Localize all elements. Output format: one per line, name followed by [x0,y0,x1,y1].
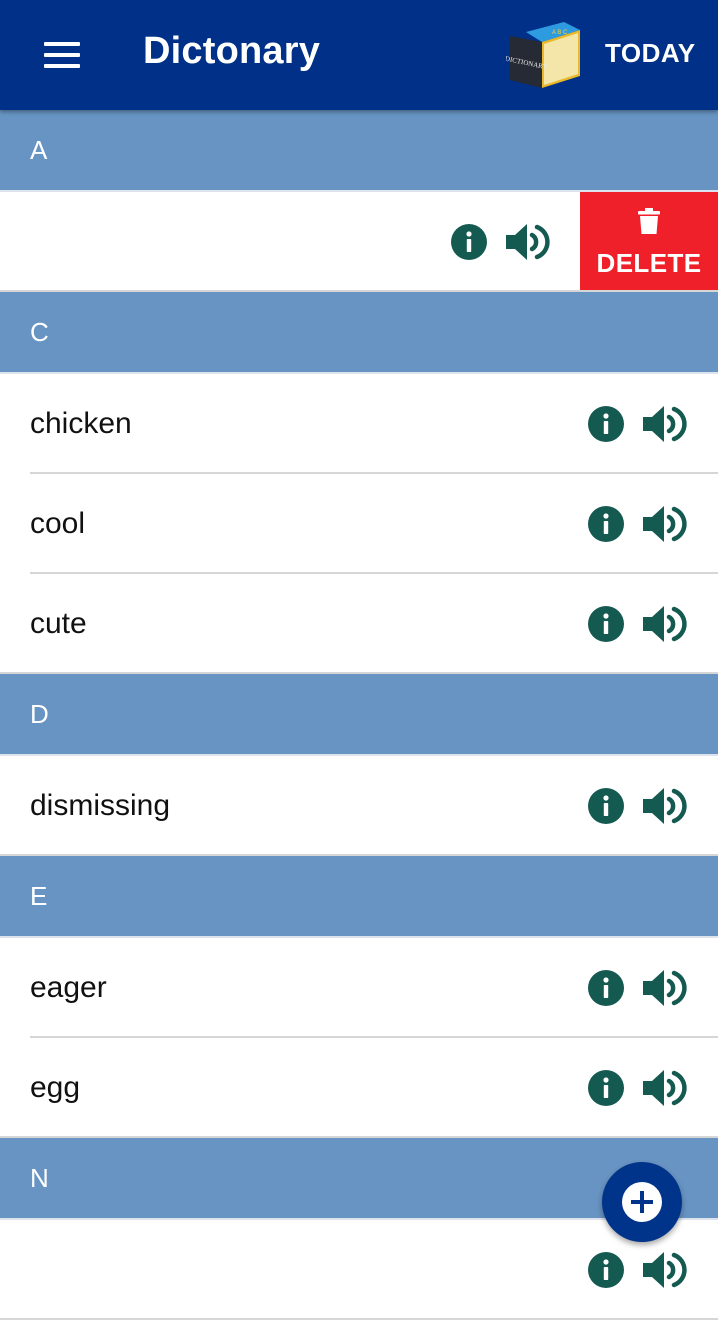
info-icon[interactable] [588,1252,624,1288]
row-divider [0,1136,718,1138]
word-list: A DELETE Cchicken cool cute Ddismissing Eeager… [0,110,718,1320]
list-item[interactable]: chicken [0,374,718,474]
speaker-icon[interactable] [641,602,687,646]
section-header-c: C [0,292,718,374]
dictionary-logo: DICTIONARY A B C [506,22,580,88]
list-item[interactable]: DELETE [0,192,718,292]
add-word-button[interactable] [602,1162,682,1242]
row-divider [0,854,718,856]
speaker-icon[interactable] [641,402,687,446]
delete-button[interactable]: DELETE [580,192,718,290]
info-icon[interactable] [588,970,624,1006]
section-header-a: A [0,110,718,192]
list-item[interactable]: cute [0,574,718,674]
word-label: egg [30,1071,81,1104]
menu-icon[interactable] [26,28,98,82]
list-item[interactable]: eager [0,938,718,1038]
today-button[interactable]: TODAY [605,38,696,69]
word-label: chicken [30,407,132,440]
speaker-icon[interactable] [641,1066,687,1110]
list-item[interactable]: cool [0,474,718,574]
delete-label: DELETE [596,248,702,278]
app-title: Dictonary [143,30,321,72]
info-icon[interactable] [451,224,487,260]
row-divider [0,290,718,292]
speaker-icon[interactable] [504,220,550,264]
info-icon[interactable] [588,606,624,642]
speaker-icon[interactable] [641,784,687,828]
info-icon[interactable] [588,788,624,824]
speaker-icon[interactable] [641,1248,687,1292]
list-item[interactable] [0,1220,718,1320]
list-item[interactable]: dismissing [0,756,718,856]
word-label: dismissing [30,789,171,822]
speaker-icon[interactable] [641,966,687,1010]
info-icon[interactable] [588,406,624,442]
row-divider [0,672,718,674]
word-label: cute [30,607,87,640]
section-header-d: D [0,674,718,756]
list-item[interactable]: egg [0,1038,718,1138]
section-header-e: E [0,856,718,938]
word-label: eager [30,971,107,1004]
info-icon[interactable] [588,1070,624,1106]
add-circle-icon [622,1182,662,1222]
app-bar: Dictonary DICTIONARY A B C TODAY [0,0,718,110]
svg-text:A B C: A B C [552,30,568,36]
speaker-icon[interactable] [641,502,687,546]
info-icon[interactable] [588,506,624,542]
trash-icon [638,208,660,234]
word-label: cool [30,507,86,540]
